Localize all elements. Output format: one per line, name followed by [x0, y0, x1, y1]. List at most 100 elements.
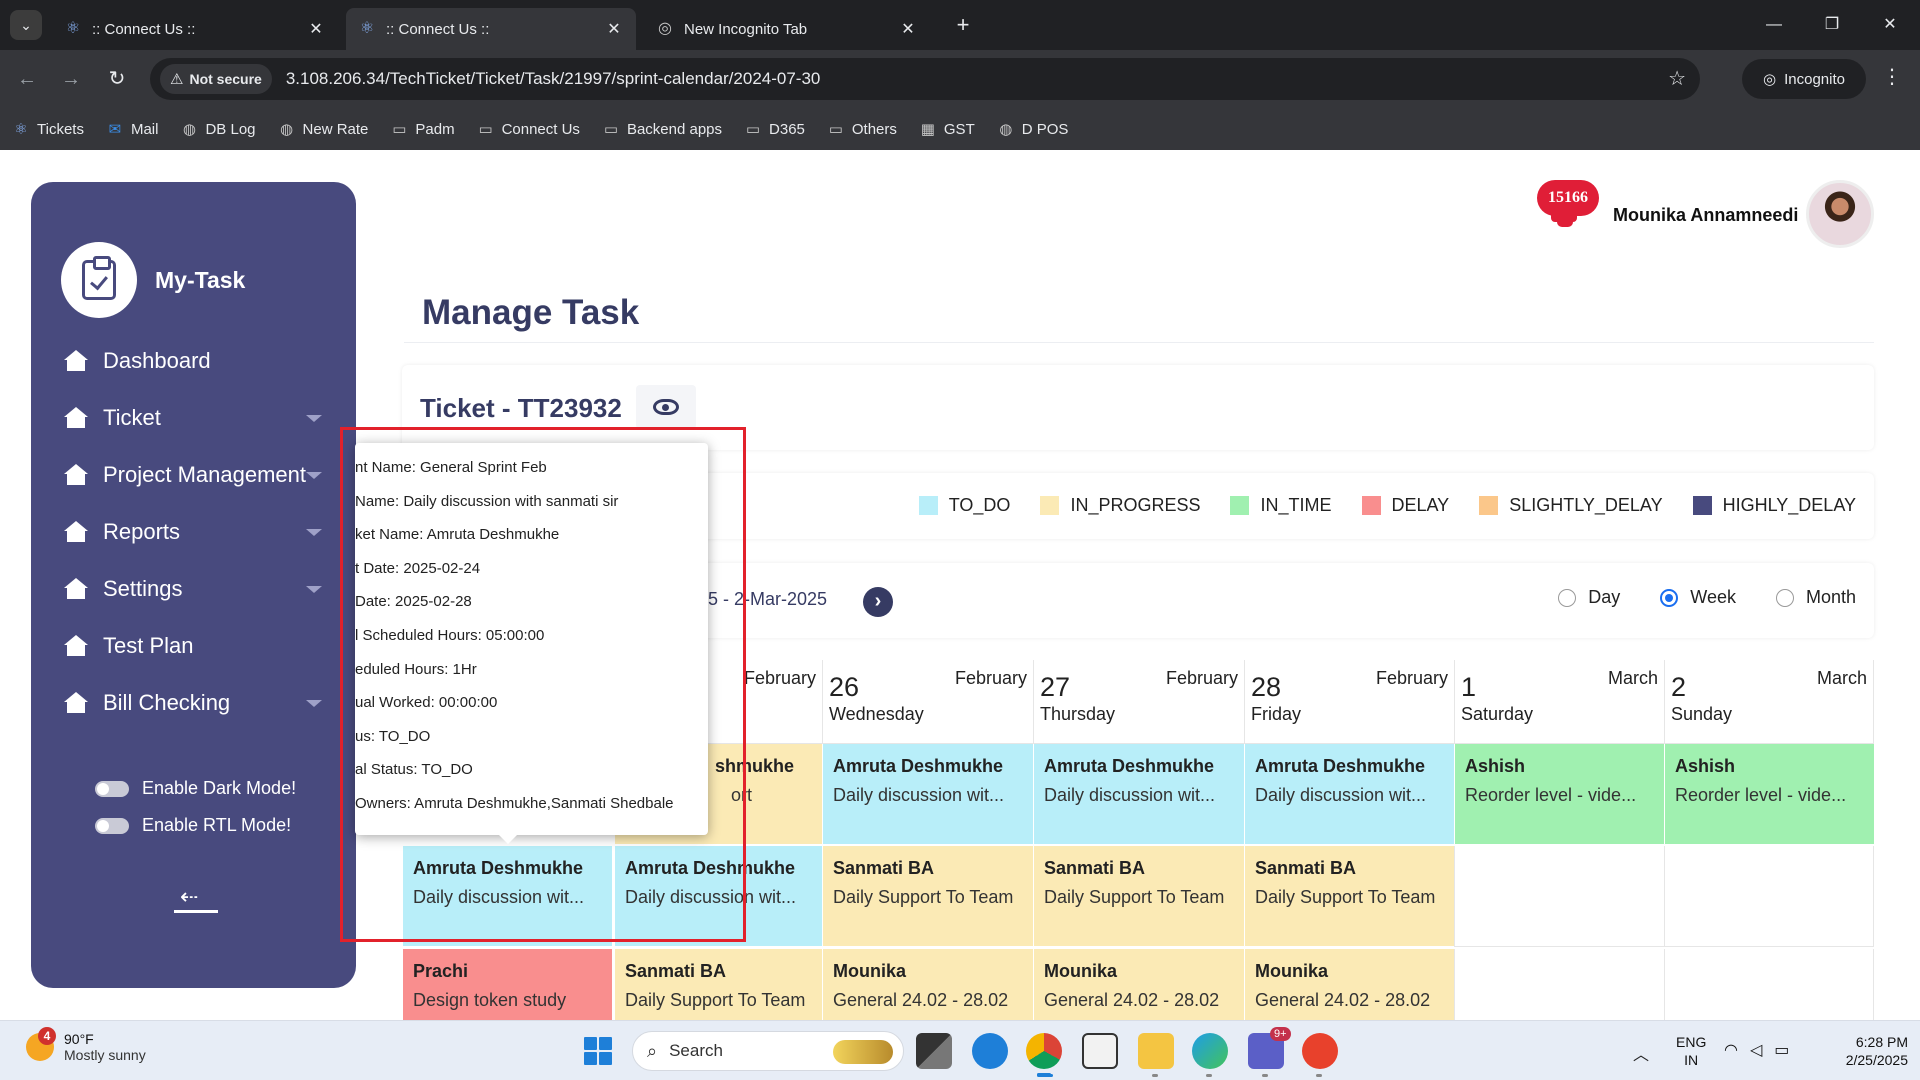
bookmark-star-icon[interactable]: ☆: [1668, 66, 1686, 91]
sidebar-item-settings[interactable]: Settings: [31, 560, 356, 617]
view-option-day[interactable]: Day: [1558, 587, 1620, 608]
warning-triangle-icon: ⚠: [170, 71, 184, 88]
task-cell[interactable]: Mounika General 24.02 - 28.02: [1033, 949, 1244, 1020]
wps-office-icon[interactable]: [1302, 1033, 1338, 1069]
chevron-down-icon: ⌄: [20, 17, 32, 33]
windows-start-icon[interactable]: [584, 1037, 612, 1065]
bookmark-tickets[interactable]: ⚛ Tickets: [12, 120, 84, 139]
view-ticket-button[interactable]: [636, 385, 696, 429]
chrome-icon[interactable]: [1026, 1033, 1062, 1076]
tab-search-button[interactable]: ⌄: [10, 10, 42, 40]
bookmark-connect-us[interactable]: ▭ Connect Us: [477, 120, 579, 139]
speaker-icon[interactable]: ◁: [1750, 1040, 1762, 1060]
rtl-mode-toggle[interactable]: [95, 817, 129, 834]
task-cell[interactable]: Mounika General 24.02 - 28.02: [1244, 949, 1454, 1020]
bookmark-db-log[interactable]: ◍ DB Log: [180, 120, 256, 139]
system-tray-icons[interactable]: ◠ ◁ ▭: [1724, 1040, 1789, 1060]
close-icon[interactable]: ✕: [306, 19, 326, 39]
bookmark-d-pos[interactable]: ◍ D POS: [997, 120, 1068, 139]
sidebar-item-dashboard[interactable]: Dashboard: [31, 332, 356, 389]
folder-icon: ▭: [828, 121, 843, 138]
sidebar-item-reports[interactable]: Reports: [31, 503, 356, 560]
task-cell[interactable]: Amruta Deshmukhe Daily discussion wit...: [822, 744, 1033, 845]
incognito-profile-button[interactable]: ◎ Incognito: [1742, 59, 1866, 99]
empty-cell[interactable]: [1664, 949, 1874, 1020]
skype-icon[interactable]: [972, 1033, 1008, 1069]
day-name: Friday: [1251, 704, 1302, 724]
sidebar-item-test-plan[interactable]: Test Plan: [31, 617, 356, 674]
sidebar-item-project-management[interactable]: Project Management: [31, 446, 356, 503]
task-view-icon[interactable]: [916, 1033, 952, 1069]
bookmark-backend-apps[interactable]: ▭ Backend apps: [602, 120, 722, 139]
task-cell[interactable]: Amruta Deshmukhe Daily discussion wit...: [1244, 744, 1454, 845]
wifi-icon[interactable]: ◠: [1724, 1040, 1738, 1060]
sidebar-item-label: Project Management: [103, 461, 306, 487]
empty-cell[interactable]: [1454, 949, 1664, 1020]
sidebar-item-ticket[interactable]: Ticket: [31, 389, 356, 446]
day-month: February: [743, 668, 816, 688]
close-icon[interactable]: ✕: [898, 19, 918, 39]
system-clock[interactable]: 6:28 PM 2/25/2025: [1836, 1033, 1908, 1069]
dark-mode-toggle-row[interactable]: Enable Dark Mode!: [95, 778, 296, 799]
task-cell[interactable]: Prachi Design token study: [402, 949, 612, 1020]
tab-connect-us-1[interactable]: ⚛ :: Connect Us :: ✕: [52, 8, 338, 50]
view-option-week[interactable]: Week: [1660, 587, 1736, 608]
url-text[interactable]: 3.108.206.34/TechTicket/Ticket/Task/2199…: [286, 69, 821, 89]
avatar[interactable]: [1806, 180, 1874, 248]
sidebar-collapse-button[interactable]: ⇠: [174, 880, 218, 916]
teams-icon[interactable]: 9+: [1248, 1027, 1291, 1069]
omnibox[interactable]: ⚠ Not secure 3.108.206.34/TechTicket/Tic…: [150, 58, 1700, 100]
task-cell[interactable]: Sanmati BA Daily Support To Team: [614, 949, 822, 1020]
vnc-viewer-icon[interactable]: [1082, 1033, 1118, 1069]
radio-week[interactable]: [1660, 588, 1679, 607]
new-tab-plus-icon[interactable]: +: [950, 12, 976, 38]
battery-icon[interactable]: ▭: [1774, 1040, 1789, 1060]
input-language[interactable]: ENG IN: [1676, 1033, 1706, 1069]
task-cell[interactable]: Sanmati BA Daily Support To Team: [1244, 846, 1454, 947]
not-secure-chip[interactable]: ⚠ Not secure: [160, 64, 272, 94]
minimize-icon[interactable]: —: [1754, 10, 1794, 40]
bookmark-others[interactable]: ▭ Others: [827, 120, 897, 139]
back-arrow-icon[interactable]: ←: [12, 64, 42, 94]
reload-icon[interactable]: ↻: [102, 64, 132, 94]
close-window-icon[interactable]: ✕: [1870, 10, 1910, 40]
restore-icon[interactable]: ❐: [1812, 10, 1852, 40]
empty-cell[interactable]: [1454, 846, 1664, 947]
edge-icon[interactable]: [1192, 1033, 1228, 1069]
task-cell[interactable]: Ashish Reorder level - vide...: [1664, 744, 1874, 845]
bookmark-mail[interactable]: ✉ Mail: [106, 120, 159, 139]
forward-arrow-icon[interactable]: →: [56, 64, 86, 94]
file-explorer-icon[interactable]: [1138, 1033, 1174, 1069]
weather-widget[interactable]: 4 90°F Mostly sunny: [26, 1027, 146, 1063]
search-placeholder: Search: [669, 1041, 723, 1060]
view-option-month[interactable]: Month: [1775, 587, 1856, 608]
notification-bell[interactable]: 15166: [1537, 180, 1607, 244]
radio-day[interactable]: [1558, 588, 1577, 607]
tab-connect-us-2[interactable]: ⚛ :: Connect Us :: ✕: [346, 8, 636, 50]
user-name[interactable]: Mounika Annamneedi: [1613, 205, 1798, 226]
task-cell[interactable]: Mounika General 24.02 - 28.02: [822, 949, 1033, 1020]
task-cell[interactable]: Ashish Reorder level - vide...: [1454, 744, 1664, 845]
bookmark-d365[interactable]: ▭ D365: [744, 120, 805, 139]
task-cell[interactable]: Sanmati BA Daily Support To Team: [822, 846, 1033, 947]
radio-month[interactable]: [1775, 588, 1794, 607]
dark-mode-toggle[interactable]: [95, 780, 129, 797]
next-week-button[interactable]: ›: [863, 587, 893, 617]
close-icon[interactable]: ✕: [604, 19, 624, 39]
tab-new-incognito[interactable]: ◎ New Incognito Tab ✕: [644, 8, 930, 50]
running-indicator: [1206, 1074, 1212, 1077]
more-menu-icon[interactable]: ⋮: [1880, 64, 1904, 89]
tray-chevron-up-icon[interactable]: ︿: [1633, 1041, 1649, 1065]
task-cell[interactable]: Amruta Deshmukhe Daily discussion wit...: [1033, 744, 1244, 845]
incognito-icon: ◎: [1763, 71, 1777, 88]
task-cell[interactable]: Sanmati BA Daily Support To Team: [1033, 846, 1244, 947]
bookmark-gst[interactable]: ▦ GST: [919, 120, 975, 139]
task-owner: Amruta Deshmukhe: [833, 756, 1004, 776]
taskbar-search[interactable]: ⌕ Search: [632, 1031, 904, 1071]
empty-cell[interactable]: [1664, 846, 1874, 947]
globe-icon: ◍: [999, 121, 1013, 138]
sidebar-item-bill-checking[interactable]: Bill Checking: [31, 674, 356, 731]
bookmark-new-rate[interactable]: ◍ New Rate: [278, 120, 368, 139]
rtl-mode-toggle-row[interactable]: Enable RTL Mode!: [95, 815, 291, 836]
bookmark-padm[interactable]: ▭ Padm: [390, 120, 454, 139]
